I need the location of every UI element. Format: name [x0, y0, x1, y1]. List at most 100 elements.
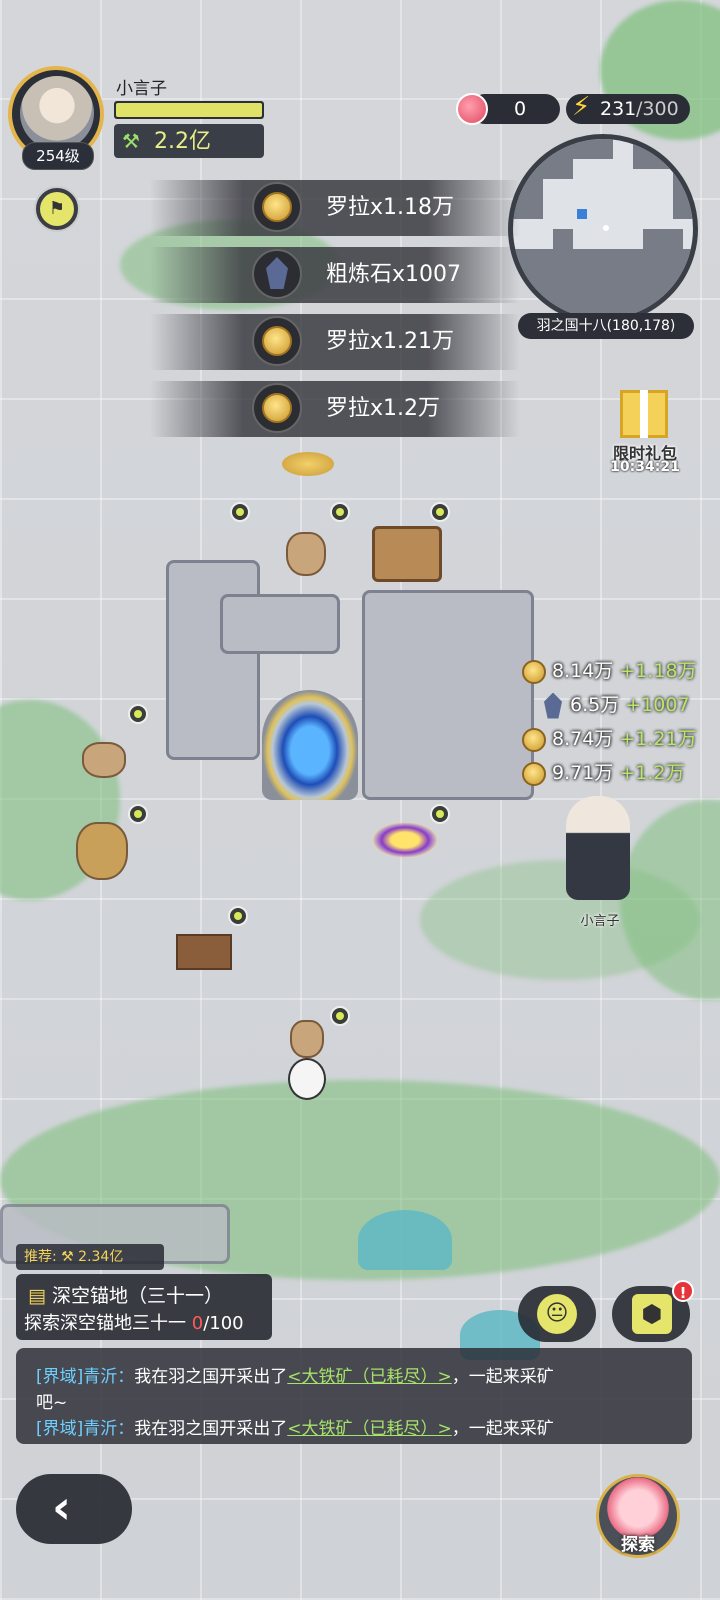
minimap[interactable]	[508, 134, 698, 324]
combat-power-value: 2.2亿	[154, 129, 211, 154]
quest-title-text: 深空锚地（三十一）	[51, 1285, 223, 1307]
stat-increment: +1.21万	[619, 728, 697, 750]
reward-banner: 罗拉x1.21万	[150, 314, 520, 370]
gold-sack[interactable]	[76, 822, 128, 880]
energy-bolt-icon: ⚡	[572, 92, 591, 122]
stat-row: 8.74万 +1.21万	[522, 724, 697, 754]
coin-icon	[262, 326, 292, 356]
reward-text: 粗炼石x1007	[326, 262, 462, 287]
explore-label: 探索	[621, 1535, 655, 1555]
notification-badge: !	[672, 1280, 694, 1302]
back-arrow-icon: ‹	[52, 1480, 71, 1534]
map-character-name: 小言子	[580, 914, 620, 929]
resource-node-marker[interactable]	[128, 804, 148, 824]
recommended-power: 推荐: ⚒ 2.34亿	[16, 1244, 164, 1270]
reward-banner: 罗拉x1.18万	[150, 180, 520, 236]
reward-icon-frame	[252, 316, 302, 366]
panda-pet[interactable]	[288, 1058, 326, 1100]
chat-channel: [界域]青沂：	[36, 1419, 135, 1439]
chat-suffix: ，一起来采矿	[451, 1367, 554, 1387]
coin-icon	[522, 659, 546, 684]
fan-tree	[358, 1210, 452, 1270]
back-button[interactable]	[16, 1474, 132, 1544]
chat-text: 我在羽之国开采出了	[134, 1419, 288, 1439]
magic-scroll[interactable]	[372, 822, 438, 858]
treasure-chest[interactable]	[372, 526, 442, 582]
coin-icon	[522, 761, 546, 786]
chat-message-cont: 吧~	[36, 1393, 68, 1413]
hp-bar-fill	[116, 103, 262, 117]
quest-progress-current: 0	[191, 1313, 204, 1334]
chat-channel: [界域]青沂：	[36, 1367, 135, 1387]
resource-node-marker[interactable]	[430, 804, 450, 824]
ruins-left-wall	[220, 594, 340, 654]
flag-icon: ⚑	[40, 192, 74, 226]
stat-row: 6.5万 +1007	[522, 690, 690, 720]
energy-max: /300	[636, 98, 679, 120]
ruins-left	[166, 560, 260, 760]
player-name: 小言子	[116, 79, 167, 99]
combat-power: ⚒ 2.2亿	[114, 124, 264, 158]
energy-counter[interactable]: ⚡ 231 /300	[566, 92, 690, 124]
chat-panel[interactable]: [界域]青沂：我在羽之国开采出了<大铁矿（已耗尽）>，一起来采矿 吧~ [界域]…	[16, 1348, 692, 1444]
map-character[interactable]	[566, 796, 630, 900]
chat-link[interactable]: <大铁矿（已耗尽）>	[287, 1367, 452, 1387]
coin-pile[interactable]	[282, 452, 334, 476]
power-icon: ⚒	[122, 129, 140, 153]
reward-text: 罗拉x1.2万	[326, 396, 441, 421]
resource-node-marker[interactable]	[230, 502, 250, 522]
quest-title[interactable]: ▤ 深空锚地（三十一）	[28, 1281, 223, 1308]
stat-row: 9.71万 +1.2万	[522, 758, 685, 788]
stat-increment: +1.18万	[619, 660, 697, 682]
cube-icon: ⬢	[632, 1294, 672, 1334]
quest-desc-text: 探索深空锚地三十一	[24, 1313, 192, 1334]
stat-increment: +1.2万	[619, 762, 685, 784]
resource-node-marker[interactable]	[228, 906, 248, 926]
resource-node-marker[interactable]	[330, 1006, 350, 1026]
player-level-badge: 254级	[22, 142, 94, 170]
stat-value: 6.5万	[570, 694, 620, 716]
crystal-icon	[266, 257, 288, 289]
chat-message: [界域]青沂：我在羽之国开采出了<大铁矿（已耗尽）>，一起来采矿	[36, 1414, 554, 1439]
stat-value: 8.14万	[552, 660, 614, 682]
chat-text: 我在羽之国开采出了	[134, 1367, 288, 1387]
reward-icon-frame	[252, 182, 302, 232]
coin-sack[interactable]	[286, 532, 326, 576]
portal-gate[interactable]	[262, 690, 358, 800]
quest-progress-total: /100	[203, 1313, 244, 1334]
reward-text: 罗拉x1.18万	[326, 195, 455, 220]
reward-text: 罗拉x1.21万	[326, 329, 455, 354]
reward-icon-frame	[252, 383, 302, 433]
resource-node-marker[interactable]	[128, 704, 148, 724]
apple-count: 0	[514, 98, 527, 120]
coin-icon	[262, 192, 292, 222]
gift-timer: 10:34:21	[610, 459, 680, 475]
energy-current: 231	[600, 98, 637, 120]
apple-icon	[456, 93, 488, 125]
crystal-sack[interactable]	[82, 742, 126, 778]
reward-banner: 罗拉x1.2万	[150, 381, 520, 437]
stat-row: 8.14万 +1.18万	[522, 656, 697, 686]
coin-icon	[522, 727, 546, 752]
stat-increment: +1007	[625, 694, 690, 716]
quest-list-icon: ▤	[28, 1285, 46, 1307]
wood-crate[interactable]	[176, 934, 232, 970]
coin-icon	[262, 393, 292, 423]
panda-sack	[290, 1020, 324, 1058]
stat-value: 8.74万	[552, 728, 614, 750]
emote-face-icon: 😐	[537, 1294, 577, 1334]
crystal-icon	[544, 692, 562, 719]
reward-icon-frame	[252, 249, 302, 299]
gift-ribbon	[640, 390, 648, 438]
quest-description: 探索深空锚地三十一 0/100	[24, 1309, 244, 1335]
chat-message: [界域]青沂：我在羽之国开采出了<大铁矿（已耗尽）>，一起来采矿	[36, 1362, 554, 1387]
chat-suffix: ，一起来采矿	[451, 1419, 554, 1439]
ruins-right	[362, 590, 534, 800]
resource-node-marker[interactable]	[330, 502, 350, 522]
reward-banner: 粗炼石x1007	[150, 247, 520, 303]
chat-link[interactable]: <大铁矿（已耗尽）>	[287, 1419, 452, 1439]
emote-button[interactable]: 😐	[518, 1286, 596, 1342]
stat-value: 9.71万	[552, 762, 614, 784]
resource-node-marker[interactable]	[430, 502, 450, 522]
avatar[interactable]	[20, 76, 94, 150]
